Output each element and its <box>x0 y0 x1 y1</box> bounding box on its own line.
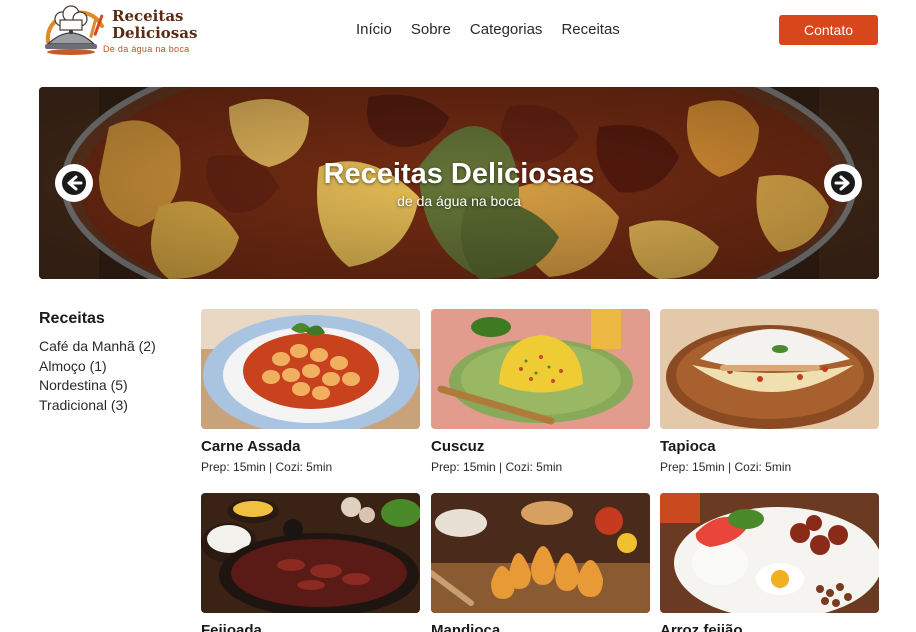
arrow-left-icon <box>62 171 86 195</box>
nav-item-sobre[interactable]: Sobre <box>411 21 451 38</box>
category-item-nordestina[interactable]: Nordestina (5) <box>39 376 189 396</box>
logo-title-line1: Receitas <box>112 7 184 25</box>
carousel-prev-button[interactable] <box>55 164 93 202</box>
logo-tagline: De da água na boca <box>103 44 190 54</box>
logo-title-line2: Deliciosas <box>112 24 198 42</box>
category-item-tradicional[interactable]: Tradicional (3) <box>39 396 189 416</box>
recipe-image-tapioca[interactable] <box>660 309 879 429</box>
site-logo[interactable]: Receitas Deliciosas De da água na boca <box>40 4 200 58</box>
nav-item-inicio[interactable]: Início <box>356 21 392 38</box>
nav-item-categorias[interactable]: Categorias <box>470 21 543 38</box>
recipe-image-arroz-feijao[interactable] <box>660 493 879 613</box>
category-sidebar: Receitas Café da Manhã (2) Almoço (1) No… <box>39 310 189 415</box>
recipe-image-mandioca[interactable] <box>431 493 650 613</box>
hero-title: Receitas Deliciosas <box>323 158 595 190</box>
nav-item-receitas[interactable]: Receitas <box>561 21 619 38</box>
recipe-title[interactable]: Carne Assada <box>201 438 301 455</box>
recipe-title[interactable]: Cuscuz <box>431 438 484 455</box>
hero-carousel: Receitas Deliciosas de da água na boca <box>39 87 879 279</box>
category-item-almoco[interactable]: Almoço (1) <box>39 357 189 377</box>
logo-title: Receitas Deliciosas <box>112 8 202 42</box>
sidebar-title: Receitas <box>39 310 105 327</box>
hero-subtitle: de da água na boca <box>397 193 521 209</box>
recipe-image-cuscuz[interactable] <box>431 309 650 429</box>
recipe-image-carne-assada[interactable] <box>201 309 420 429</box>
chef-hat-logo-icon <box>45 5 104 55</box>
recipe-image-feijoada[interactable] <box>201 493 420 613</box>
site-header: Receitas Deliciosas De da água na boca I… <box>0 0 916 62</box>
recipe-title[interactable]: Tapioca <box>660 438 716 455</box>
category-item-cafe-da-manha[interactable]: Café da Manhã (2) <box>39 337 189 357</box>
recipe-meta: Prep: 15min | Cozi: 5min <box>431 460 563 474</box>
arrow-right-icon <box>831 171 855 195</box>
recipe-meta: Prep: 15min | Cozi: 5min <box>201 460 333 474</box>
recipe-title[interactable]: Mandioca <box>431 622 500 632</box>
category-list: Café da Manhã (2) Almoço (1) Nordestina … <box>39 337 189 415</box>
carousel-next-button[interactable] <box>824 164 862 202</box>
contact-button[interactable]: Contato <box>779 15 878 45</box>
recipe-meta: Prep: 15min | Cozi: 5min <box>660 460 792 474</box>
main-nav: Início Sobre Categorias Receitas <box>356 21 620 38</box>
recipe-title[interactable]: Feijoada <box>201 622 262 632</box>
recipe-title[interactable]: Arroz feijão <box>660 622 743 632</box>
